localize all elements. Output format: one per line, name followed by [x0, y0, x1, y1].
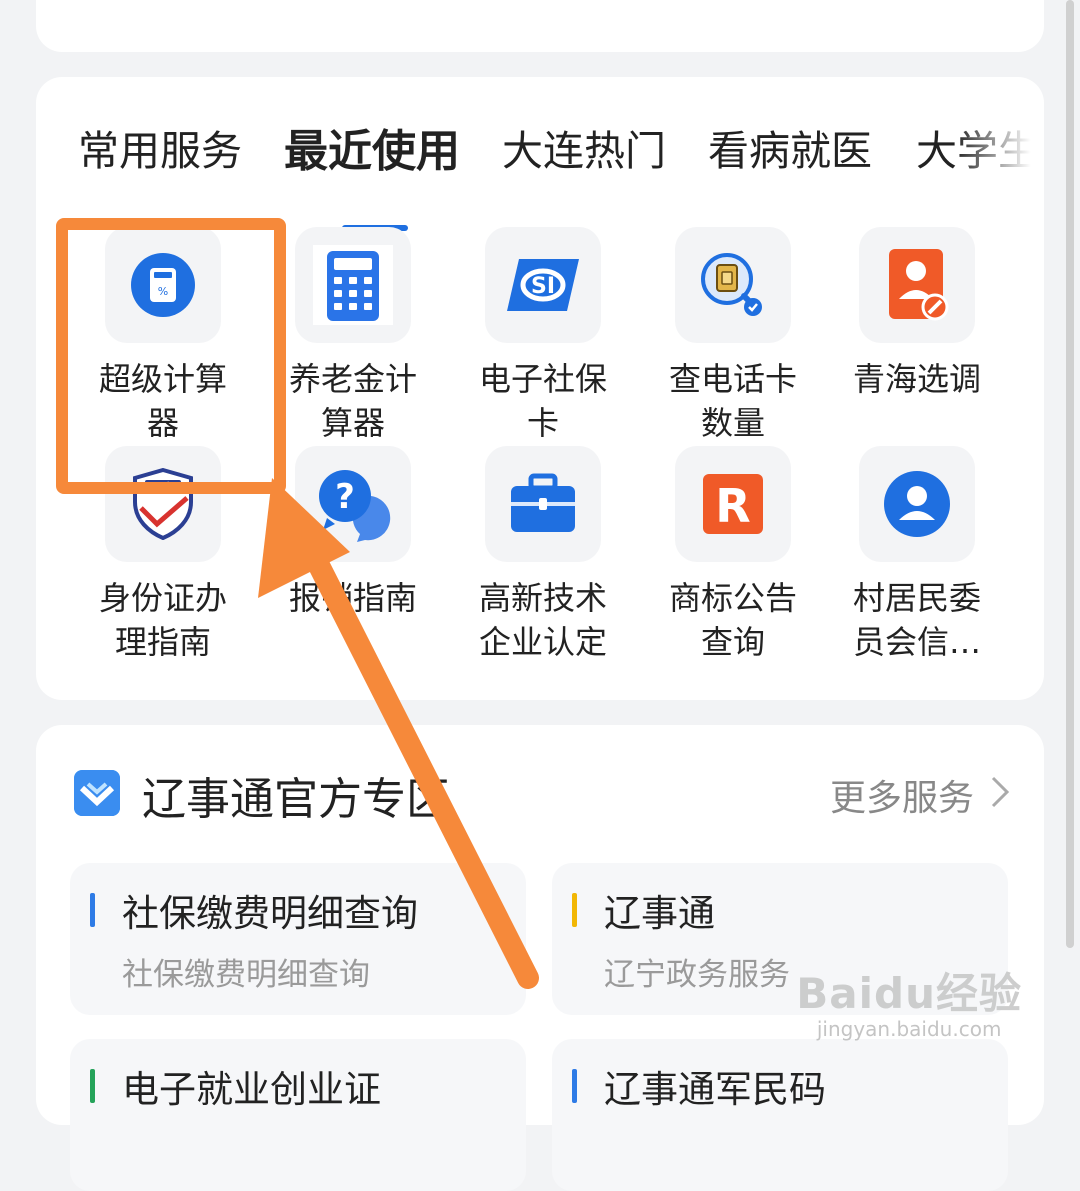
watermark-sub: jingyan.baidu.com [816, 1017, 1002, 1041]
annotation-arrow [258, 478, 539, 989]
watermark-main: Baidu经验 [796, 969, 1022, 1018]
watermark: Baidu经验 jingyan.baidu.com [796, 960, 1022, 1041]
